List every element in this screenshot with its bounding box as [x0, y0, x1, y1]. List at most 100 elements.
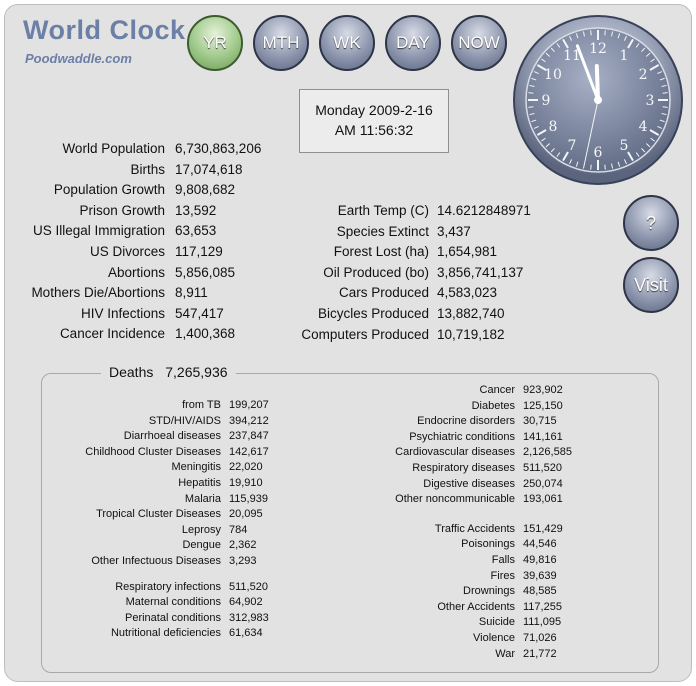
stat-label: Cars Produced	[338, 285, 429, 301]
clock-numeral: 1	[620, 48, 629, 64]
clock-numeral: 8	[549, 119, 558, 135]
clock-numeral: 6	[594, 145, 603, 161]
death-cause-label: Tropical Cluster Diseases	[96, 508, 221, 521]
deaths-left-labels: from TB STD/HIV/AIDS Diarrhoeal diseases…	[25, 398, 221, 642]
deaths-total: Deaths 7,265,936	[101, 364, 236, 380]
stat-value: 9,808,682	[175, 182, 236, 198]
death-cause-label: Drownings	[463, 585, 515, 598]
deaths-left-values: 199,207 394,212 237,847 142,617 22,020 1…	[229, 398, 269, 642]
stat-label: Prison Growth	[79, 202, 165, 218]
right-stat-values: 14.6212848971 3,437 1,654,981 3,856,741,…	[437, 201, 531, 345]
death-cause-label: Falls	[491, 553, 515, 566]
death-cause-label: Diarrhoeal diseases	[123, 430, 221, 443]
stat-label: Species Extinct	[336, 223, 429, 239]
death-cause-value: 142,617	[229, 445, 269, 458]
world-clock-panel: World Clock Poodwaddle.com YR MTH WK DAY…	[4, 4, 692, 682]
clock-tick	[604, 30, 606, 36]
death-cause-value: 71,026	[523, 631, 557, 644]
death-cause-label: Other Accidents	[437, 600, 515, 613]
stat-value: 1,400,368	[175, 326, 236, 342]
nav-month-button[interactable]: MTH	[253, 15, 309, 71]
death-cause-label: Malaria	[184, 492, 221, 505]
death-cause-label: Hepatitis	[178, 476, 221, 489]
stat-label: Cancer Incidence	[59, 326, 165, 342]
death-cause-label: War	[495, 647, 515, 660]
deaths-right-values: 923,902 125,150 30,715 141,161 2,126,585…	[523, 383, 572, 662]
visit-button[interactable]: Visit	[623, 257, 679, 313]
stat-label: World Population	[62, 141, 165, 156]
death-cause-value: 39,639	[523, 569, 557, 582]
deaths-value: 7,265,936	[165, 364, 228, 380]
stat-label: US Divorces	[89, 243, 165, 259]
death-cause-value: 3,293	[229, 554, 257, 567]
death-cause-label: Violence	[473, 631, 515, 644]
clock-numeral: 9	[542, 93, 551, 109]
clock-tick	[604, 164, 606, 170]
stat-value: 17,074,618	[175, 161, 243, 177]
death-cause-value: 511,520	[229, 580, 268, 593]
stat-value: 547,417	[175, 305, 224, 321]
stat-label: Bicycles Produced	[317, 305, 429, 321]
death-cause-label: Other Infectuous Diseases	[91, 554, 221, 567]
death-cause-label: Cardiovascular diseases	[395, 446, 515, 459]
date-text: Monday 2009-2-16	[315, 102, 433, 118]
death-cause-value: 44,546	[523, 538, 557, 551]
death-cause-value: 19,910	[229, 476, 263, 489]
death-cause-label: Meningitis	[171, 461, 221, 474]
stat-value: 8,911	[175, 285, 208, 301]
death-cause-label: Respiratory diseases	[412, 461, 515, 474]
deaths-right-labels: Cancer Diabetes Endocrine disorders Psyc…	[335, 383, 515, 662]
stat-label: HIV Infections	[80, 305, 165, 321]
stat-label: Forest Lost (ha)	[333, 244, 429, 260]
death-cause-label: Psychiatric conditions	[409, 430, 515, 443]
nav-day-button[interactable]: DAY	[385, 15, 441, 71]
stat-label: Oil Produced (bo)	[323, 264, 429, 280]
time-text: AM 11:56:32	[334, 122, 414, 138]
clock-numeral: 7	[568, 138, 577, 154]
stat-value: 10,719,182	[437, 326, 505, 342]
stat-value: 13,882,740	[437, 305, 505, 321]
death-cause-value: 923,902	[523, 384, 563, 396]
death-cause-value: 61,634	[229, 627, 263, 640]
brand-subtitle: Poodwaddle.com	[25, 51, 132, 66]
death-cause-value: 394,212	[229, 414, 269, 427]
stat-label: Population Growth	[53, 182, 165, 198]
death-cause-value: 30,715	[523, 415, 557, 428]
death-cause-value: 115,939	[229, 492, 268, 505]
nav-week-button[interactable]: WK	[319, 15, 375, 71]
death-cause-label: Nutritional deficiencies	[110, 627, 221, 640]
right-stat-labels: Earth Temp (C) Species Extinct Forest Lo…	[255, 201, 429, 345]
death-cause-label: Dengue	[182, 539, 221, 552]
death-cause-value: 141,161	[523, 430, 563, 443]
death-cause-label: Fires	[490, 569, 515, 582]
death-cause-value: 125,150	[523, 399, 563, 412]
stat-value: 117,129	[175, 243, 223, 259]
brand-title: World Clock	[23, 15, 186, 45]
death-cause-value: 2,362	[229, 539, 257, 552]
death-cause-value: 117,255	[523, 600, 562, 613]
death-cause-value: 49,816	[523, 553, 557, 566]
stat-label: Computers Produced	[301, 326, 429, 342]
death-cause-label: Respiratory infections	[115, 580, 221, 593]
death-cause-value: 199,207	[229, 399, 269, 411]
death-cause-label: Perinatal conditions	[124, 611, 221, 624]
left-stat-labels: World Population Births Population Growt…	[5, 139, 165, 345]
death-cause-label: Poisonings	[461, 538, 515, 551]
deaths-label: Deaths	[109, 364, 154, 380]
stat-label: Earth Temp (C)	[337, 203, 429, 218]
help-button[interactable]: ?	[623, 195, 679, 251]
clock-numeral: 5	[620, 138, 629, 154]
death-cause-label: Leprosy	[181, 523, 221, 536]
clock-tick	[590, 164, 592, 170]
clock-numeral: 3	[646, 93, 655, 109]
clock-numeral: 10	[544, 67, 562, 83]
analog-clock: 1234567891011 12	[513, 15, 683, 185]
death-cause-value: 250,074	[523, 477, 563, 490]
nav-year-button[interactable]: YR	[187, 15, 243, 71]
death-cause-label: Cancer	[479, 384, 515, 396]
clock-center	[594, 96, 602, 104]
clock-tick	[662, 92, 668, 94]
death-cause-value: 237,847	[229, 430, 269, 443]
stat-value: 63,653	[175, 223, 217, 239]
nav-now-button[interactable]: NOW	[451, 15, 507, 71]
